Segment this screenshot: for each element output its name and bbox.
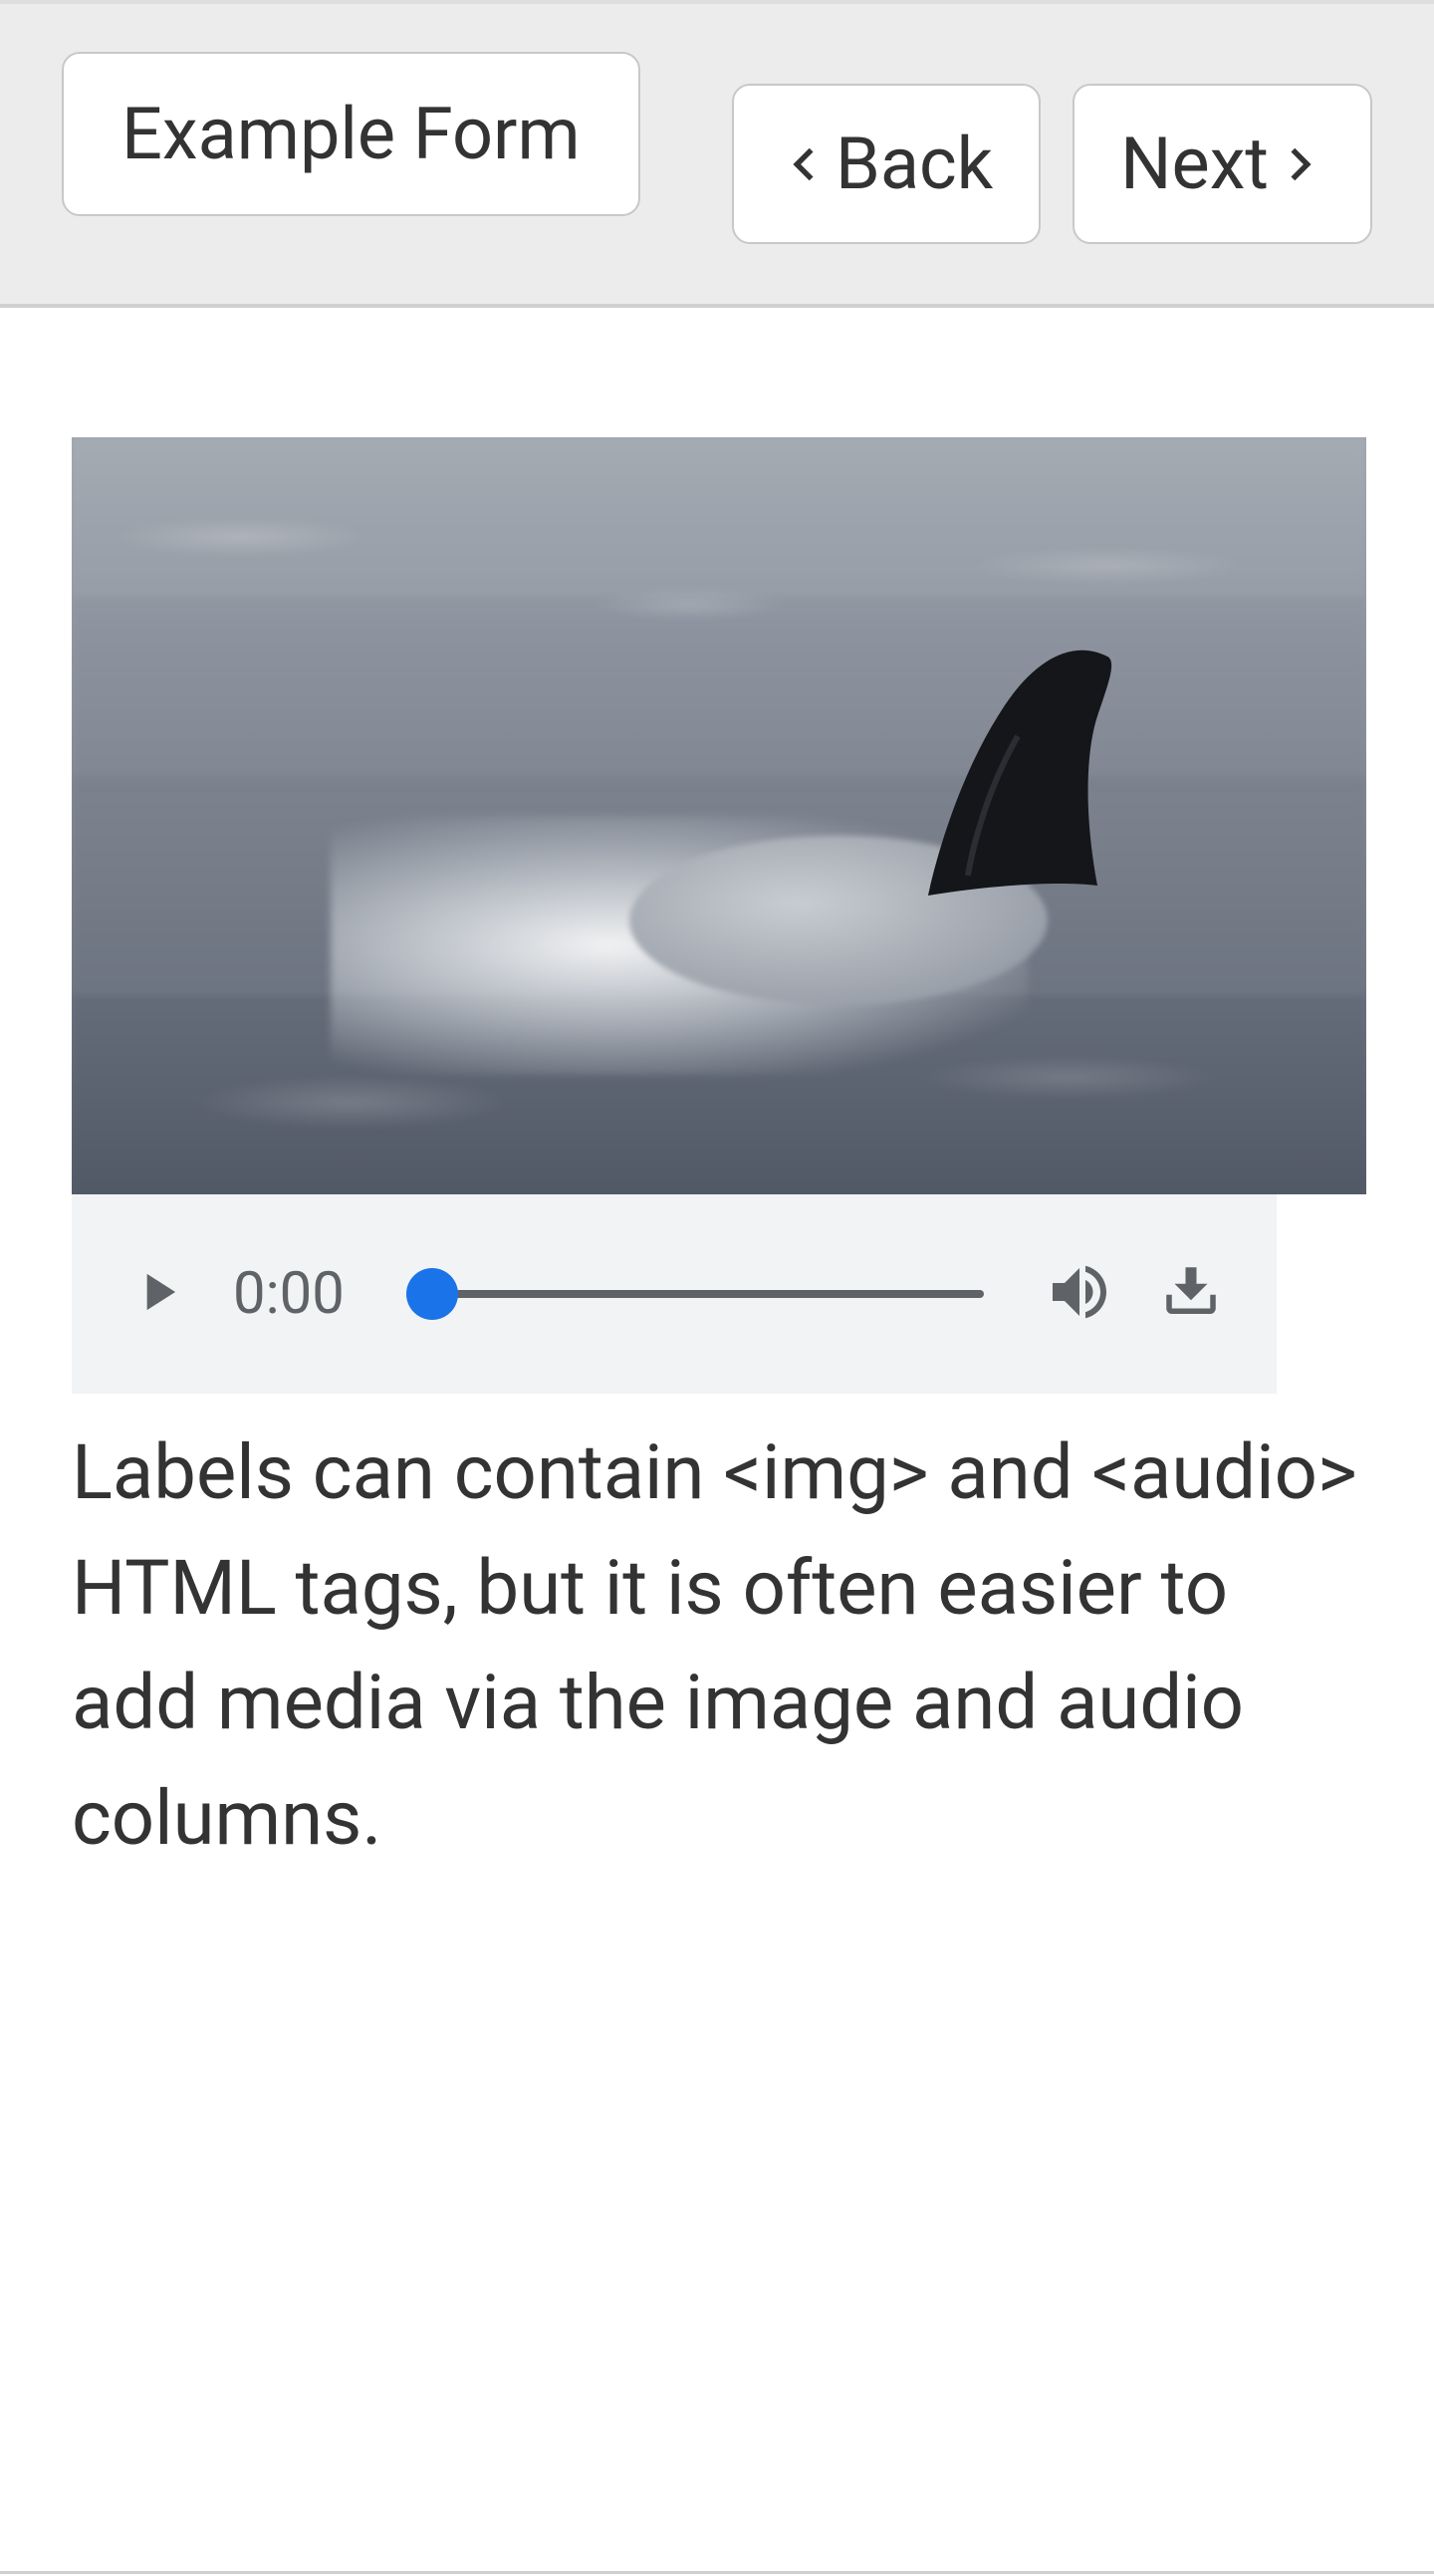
volume-icon bbox=[1044, 1256, 1115, 1332]
download-button[interactable] bbox=[1155, 1258, 1227, 1330]
back-button[interactable]: Back bbox=[732, 84, 1041, 244]
next-button-label: Next bbox=[1120, 122, 1269, 206]
ocean-band bbox=[72, 597, 1366, 796]
nav-group: Back Next bbox=[732, 84, 1372, 244]
label-description: Labels can contain <img> and <audio> HTM… bbox=[72, 1416, 1366, 1876]
chevron-left-icon bbox=[780, 141, 826, 187]
download-icon bbox=[1158, 1259, 1224, 1329]
ocean-ripple bbox=[968, 547, 1247, 585]
back-button-label: Back bbox=[836, 122, 993, 206]
ocean-ripple bbox=[191, 1075, 510, 1130]
chevron-right-icon bbox=[1279, 141, 1324, 187]
content-area: 0:00 Labels can contain <img> and <audio… bbox=[0, 308, 1434, 1916]
volume-button[interactable] bbox=[1044, 1258, 1115, 1330]
audio-progress-slider[interactable] bbox=[432, 1290, 984, 1298]
audio-current-time: 0:00 bbox=[233, 1260, 372, 1328]
ocean-ripple bbox=[590, 587, 789, 622]
media-image bbox=[72, 437, 1366, 1194]
play-icon bbox=[126, 1261, 188, 1327]
play-button[interactable] bbox=[121, 1258, 193, 1330]
ocean-ripple bbox=[112, 517, 370, 557]
dolphin-fin-icon bbox=[908, 627, 1167, 905]
form-title-chip[interactable]: Example Form bbox=[62, 52, 640, 216]
bottom-divider bbox=[0, 2571, 1434, 2574]
toolbar: Example Form Back Next bbox=[0, 4, 1434, 308]
next-button[interactable]: Next bbox=[1073, 84, 1372, 244]
audio-player: 0:00 bbox=[72, 1194, 1277, 1394]
form-title-text: Example Form bbox=[121, 92, 581, 176]
audio-progress-thumb[interactable] bbox=[406, 1268, 458, 1320]
